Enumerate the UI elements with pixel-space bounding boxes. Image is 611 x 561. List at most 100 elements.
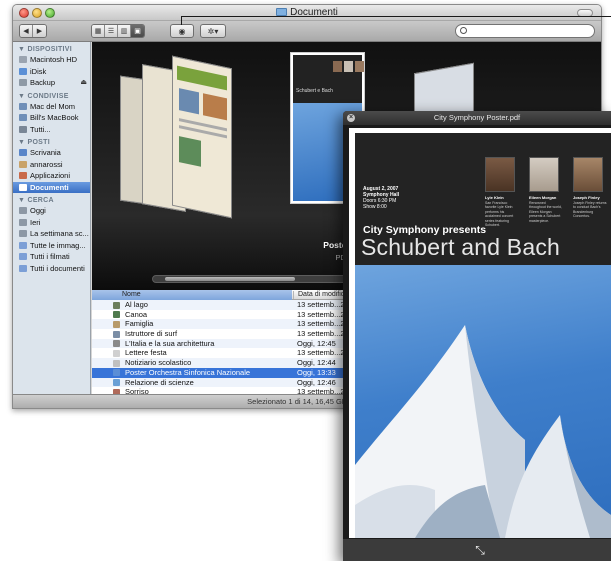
coverflow-item[interactable] (172, 55, 232, 219)
sidebar-item[interactable]: Bill's MacBook (13, 112, 90, 124)
sidebar-item[interactable]: Ieri (13, 217, 90, 229)
smart-folder-icon (19, 253, 27, 260)
sidebar-item[interactable]: Tutti i documenti (13, 263, 90, 275)
sidebar-section-header[interactable]: ▼ POSTI (13, 135, 90, 147)
gear-icon: ✲▾ (207, 26, 219, 36)
poster-thumb-title: Schubert e Bach (296, 88, 333, 94)
artist-text: Renowned throughout the world, Eileen Mo… (529, 200, 562, 223)
sidebar-item[interactable]: Tutti... (13, 124, 90, 136)
icon-view-button[interactable]: ▦ (92, 25, 105, 37)
file-name: Notiziario scolastico (125, 358, 192, 368)
column-view-button[interactable]: ▥ (118, 25, 131, 37)
list-view-button[interactable]: ☰ (105, 25, 118, 37)
sidebar-item[interactable]: Mac del Mom (13, 101, 90, 113)
coverflow-view-button[interactable]: ▣ (131, 25, 144, 37)
applications-icon (19, 172, 27, 179)
clock-icon (19, 230, 27, 237)
doc-photo (203, 93, 227, 121)
sidebar-item-label: Macintosh HD (30, 55, 78, 64)
artist-photo (573, 157, 603, 192)
name-column-header[interactable]: Nome (122, 291, 141, 298)
sidebar-item-label: Tutti i filmati (30, 252, 70, 261)
doc-photo (179, 88, 199, 115)
sidebar-item-label: iDisk (30, 66, 47, 76)
sidebar-item-label: Applicazioni (30, 171, 71, 180)
quicklook-controls: ⤡ (343, 539, 611, 561)
file-icon (113, 340, 120, 348)
expand-arrows-icon: ⤡ (475, 543, 485, 557)
fullscreen-button[interactable]: ⤡ (473, 543, 487, 557)
poster-architecture-image (355, 265, 611, 538)
eject-icon[interactable]: ⏏ (80, 77, 87, 89)
file-name: Poster Orchestra Sinfonica Nazionale (125, 367, 251, 377)
folder-icon (276, 8, 288, 16)
sidebar-section-header[interactable]: ▼ CONDIVISE (13, 89, 90, 101)
sidebar-item-label: Oggi (30, 206, 46, 215)
eye-icon: ◉ (178, 26, 186, 36)
artist-bio: Lyle Klein San Francisco favorite Lyle Kl… (485, 195, 519, 228)
file-icon (113, 379, 120, 386)
sidebar-item[interactable]: Applicazioni (13, 170, 90, 182)
sidebar-item[interactable]: Tutti i filmati (13, 251, 90, 263)
forward-button[interactable]: ▶ (33, 25, 46, 37)
sidebar-item-label: Mac del Mom (30, 101, 76, 111)
sidebar-item-label: Backup (30, 78, 56, 87)
sidebar-item[interactable]: iDisk (13, 66, 90, 78)
doc-photo (179, 136, 201, 167)
artist-photo (485, 157, 515, 192)
external-disk-icon (19, 79, 27, 86)
back-button[interactable]: ◀ (20, 25, 33, 37)
action-menu-button[interactable]: ✲▾ (200, 24, 226, 38)
date-line: Show 8:00 (363, 204, 387, 210)
sidebar-item[interactable]: Backup ⏏ (13, 77, 90, 89)
sidebar-item[interactable]: Documenti (13, 181, 90, 193)
file-name: Lettere festa (125, 348, 167, 358)
sidebar-item[interactable]: La settimana sc... (13, 228, 90, 240)
clock-icon (19, 218, 27, 226)
quicklook-window: City Symphony Poster.pdf × Lyle Klein San… (343, 111, 611, 561)
file-name: Relazione di scienze (125, 377, 194, 387)
file-name: L'Italia e la sua architettura (125, 338, 215, 348)
screen: Documenti ◀ ▶ ▦ ☰ ▥ ▣ ◉ ✲▾ ▼ DISPOSITIVI… (0, 0, 611, 561)
sidebar-item[interactable]: Oggi (13, 205, 90, 217)
smart-folder-icon (19, 264, 27, 272)
date-column-header[interactable]: Data di modifica (293, 291, 348, 299)
laptop-icon (19, 114, 27, 121)
sidebar-section-header[interactable]: ▼ CERCA (13, 193, 90, 205)
quicklook-button[interactable]: ◉ (170, 24, 194, 38)
sidebar-item-label: Documenti (30, 182, 69, 192)
search-icon (460, 27, 467, 34)
documents-folder-icon (19, 183, 27, 191)
doc-banner (177, 65, 227, 91)
quicklook-close-button[interactable]: × (347, 114, 355, 122)
search-field[interactable] (455, 24, 595, 38)
desktop-icon (19, 149, 27, 156)
sidebar-item-label: Tutti... (30, 124, 51, 134)
hard-disk-icon (19, 56, 27, 63)
title-bar[interactable]: Documenti (13, 5, 601, 21)
file-name: Famiglia (125, 319, 154, 329)
sidebar-item[interactable]: Macintosh HD (13, 54, 90, 66)
coverflow-scroll-thumb[interactable] (165, 277, 295, 281)
network-icon (19, 125, 27, 133)
file-icon (113, 311, 120, 319)
sidebar-item[interactable]: annarossi (13, 159, 90, 171)
artist-photo (529, 157, 559, 192)
file-icon (113, 369, 120, 377)
sidebar-item[interactable]: Scrivania (13, 147, 90, 159)
sidebar-section-header[interactable]: ▼ DISPOSITIVI (13, 42, 90, 54)
quicklook-preview: Lyle Klein San Francisco favorite Lyle Kl… (349, 128, 611, 538)
back-forward-buttons: ◀ ▶ (19, 24, 47, 38)
sidebar-item-label: La settimana sc... (30, 229, 89, 238)
file-icon (113, 349, 120, 357)
home-icon (19, 160, 27, 168)
smart-folder-icon (19, 241, 27, 249)
quicklook-title[interactable]: City Symphony Poster.pdf (343, 111, 611, 125)
poster-date: August 2, 2007 Symphony Hall Doors 6:30 … (363, 186, 423, 210)
sidebar-item-label: Scrivania (30, 148, 61, 157)
sidebar-item[interactable]: Tutte le immag... (13, 240, 90, 252)
toolbar: ◀ ▶ ▦ ☰ ▥ ▣ ◉ ✲▾ (13, 21, 601, 42)
file-name: Canoa (125, 309, 148, 319)
file-name: Sorriso (125, 387, 149, 394)
idisk-icon (19, 67, 27, 75)
